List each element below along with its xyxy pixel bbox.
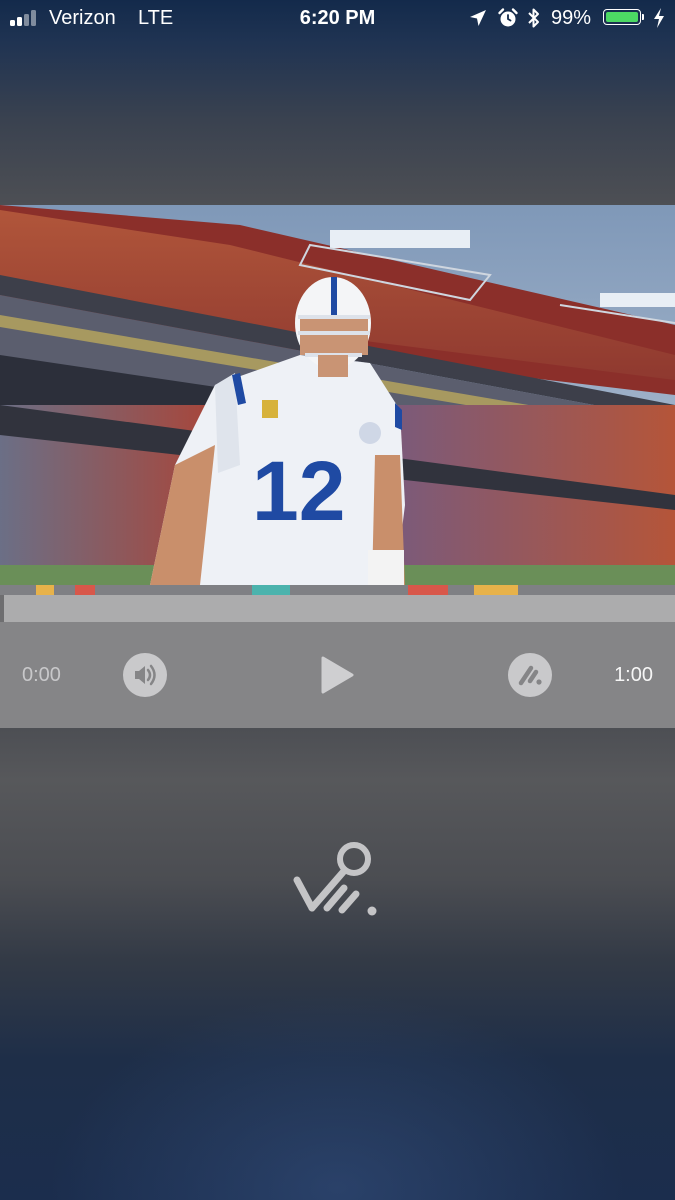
battery-icon — [603, 9, 644, 27]
speed-icon — [518, 665, 542, 686]
current-time: 0:00 — [22, 664, 61, 686]
scrub-track[interactable] — [4, 595, 675, 622]
timeline-marker[interactable] — [474, 585, 518, 595]
app-logo-icon — [293, 842, 377, 916]
timeline-marker[interactable] — [252, 585, 290, 595]
alarm-clock-icon — [498, 8, 518, 27]
background-glow — [0, 960, 675, 1200]
location-arrow-icon — [470, 10, 486, 26]
battery-percentage: 99% — [551, 7, 592, 29]
svg-text:12: 12 — [252, 444, 345, 538]
speed-button[interactable] — [508, 653, 552, 697]
video-frame-image: 12 — [0, 205, 675, 585]
volume-icon — [135, 664, 156, 686]
timeline-marker[interactable] — [36, 585, 54, 595]
timeline-markers — [0, 585, 675, 595]
status-bar: Verizon LTE 6:20 PM 99% — [0, 0, 675, 38]
play-icon — [321, 656, 354, 694]
timeline-marker[interactable] — [408, 585, 448, 595]
charging-bolt-icon — [654, 8, 664, 28]
timeline-marker[interactable] — [75, 585, 95, 595]
bluetooth-icon — [528, 8, 539, 28]
player-controls: 0:00 1:00 — [0, 622, 675, 728]
video-player[interactable]: 12 — [0, 205, 675, 585]
volume-button[interactable] — [123, 653, 167, 697]
play-button[interactable] — [316, 655, 356, 695]
scrub-handle[interactable] — [0, 595, 4, 622]
duration-time: 1:00 — [614, 664, 653, 686]
